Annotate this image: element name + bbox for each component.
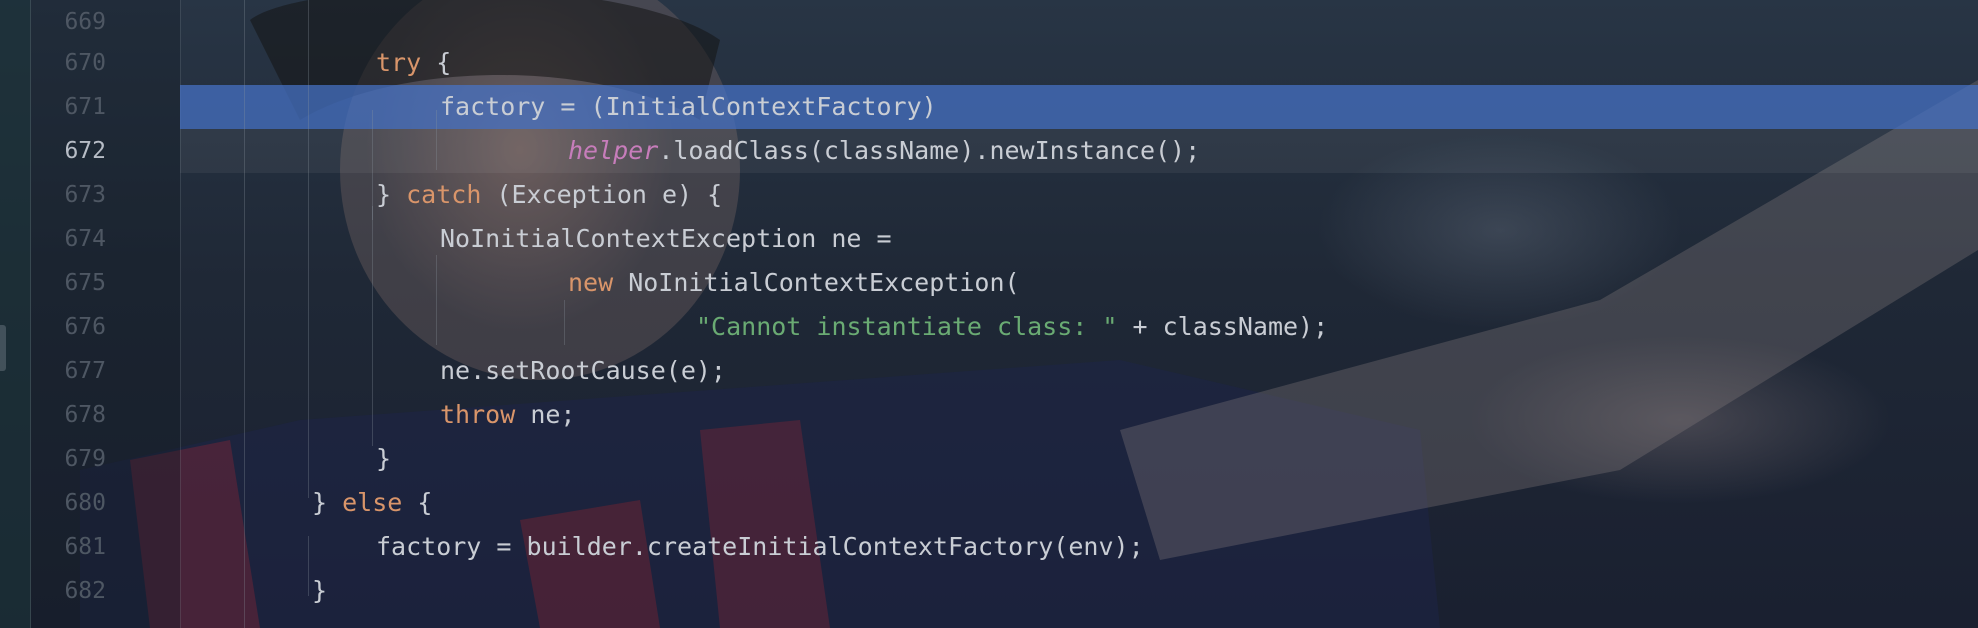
code-token: ne.setRootCause(e);: [440, 356, 726, 385]
line-number[interactable]: 678: [30, 393, 106, 437]
keyword-token: else: [342, 488, 403, 517]
code-token: .loadClass(className).newInstance();: [658, 136, 1201, 165]
indent-guide: [308, 536, 309, 596]
line-number[interactable]: 674: [30, 217, 106, 261]
code-token: NoInitialContextException ne =: [440, 224, 892, 253]
code-token: factory = (InitialContextFactory): [440, 92, 937, 121]
code-token: + className);: [1117, 312, 1329, 341]
code-editor[interactable]: 669 670 try {671 factory = (InitialContextF…: [0, 0, 1978, 628]
code-line[interactable]: factory = (InitialContextFactory): [440, 85, 937, 129]
indent-guide: [372, 110, 373, 220]
indent-guide: [564, 300, 565, 345]
code-line[interactable]: } else {: [312, 481, 432, 525]
code-token: NoInitialContextException(: [613, 268, 1020, 297]
code-token: {: [421, 48, 452, 77]
line-number[interactable]: 671: [30, 85, 106, 129]
keyword-token: new: [568, 268, 614, 297]
line-number[interactable]: 673: [30, 173, 106, 217]
indent-guide: [372, 206, 373, 446]
indent-guide: [244, 0, 245, 628]
keyword-token: try: [376, 48, 422, 77]
code-line[interactable]: "Cannot instantiate class: " + className…: [696, 305, 1328, 349]
code-line[interactable]: throw ne;: [440, 393, 575, 437]
line-number[interactable]: 679: [30, 437, 106, 481]
indent-guide: [436, 255, 437, 345]
line-number[interactable]: 675: [30, 261, 106, 305]
line-number[interactable]: 670: [30, 41, 106, 85]
keyword-token: throw: [440, 400, 516, 429]
line-number[interactable]: 676: [30, 305, 106, 349]
line-number[interactable]: 677: [30, 349, 106, 393]
tool-window-handle[interactable]: [0, 325, 6, 371]
code-line[interactable]: }: [376, 437, 391, 481]
code-line[interactable]: }: [312, 569, 327, 613]
code-token: }: [376, 444, 392, 473]
line-number[interactable]: 680: [30, 481, 106, 525]
keyword-token: catch: [406, 180, 482, 209]
code-token: {: [402, 488, 433, 517]
code-line[interactable]: ne.setRootCause(e);: [440, 349, 726, 393]
line-number[interactable]: 681: [30, 525, 106, 569]
string-token: "Cannot instantiate class: ": [696, 312, 1118, 341]
code-line[interactable]: new NoInitialContextException(: [568, 261, 1020, 305]
field-token: helper: [568, 136, 659, 165]
code-line[interactable]: } catch (Exception e) {: [376, 173, 722, 217]
line-number[interactable]: 672: [30, 129, 106, 173]
code-token: (Exception e) {: [481, 180, 723, 209]
indent-guide: [436, 110, 437, 170]
code-token: }: [312, 576, 328, 605]
code-token: factory = builder.createInitialContextFa…: [376, 532, 1144, 561]
tool-window-strip: [0, 0, 31, 628]
indent-guide: [308, 0, 309, 498]
code-token: }: [312, 488, 343, 517]
code-token: }: [376, 180, 407, 209]
line-number[interactable]: 682: [30, 569, 106, 613]
line-number[interactable]: 669: [30, 0, 106, 44]
code-line[interactable]: helper.loadClass(className).newInstance(…: [568, 129, 1200, 173]
code-line[interactable]: try {: [376, 41, 451, 85]
code-token: ne;: [515, 400, 576, 429]
code-line[interactable]: factory = builder.createInitialContextFa…: [376, 525, 1144, 569]
code-line[interactable]: NoInitialContextException ne =: [440, 217, 892, 261]
